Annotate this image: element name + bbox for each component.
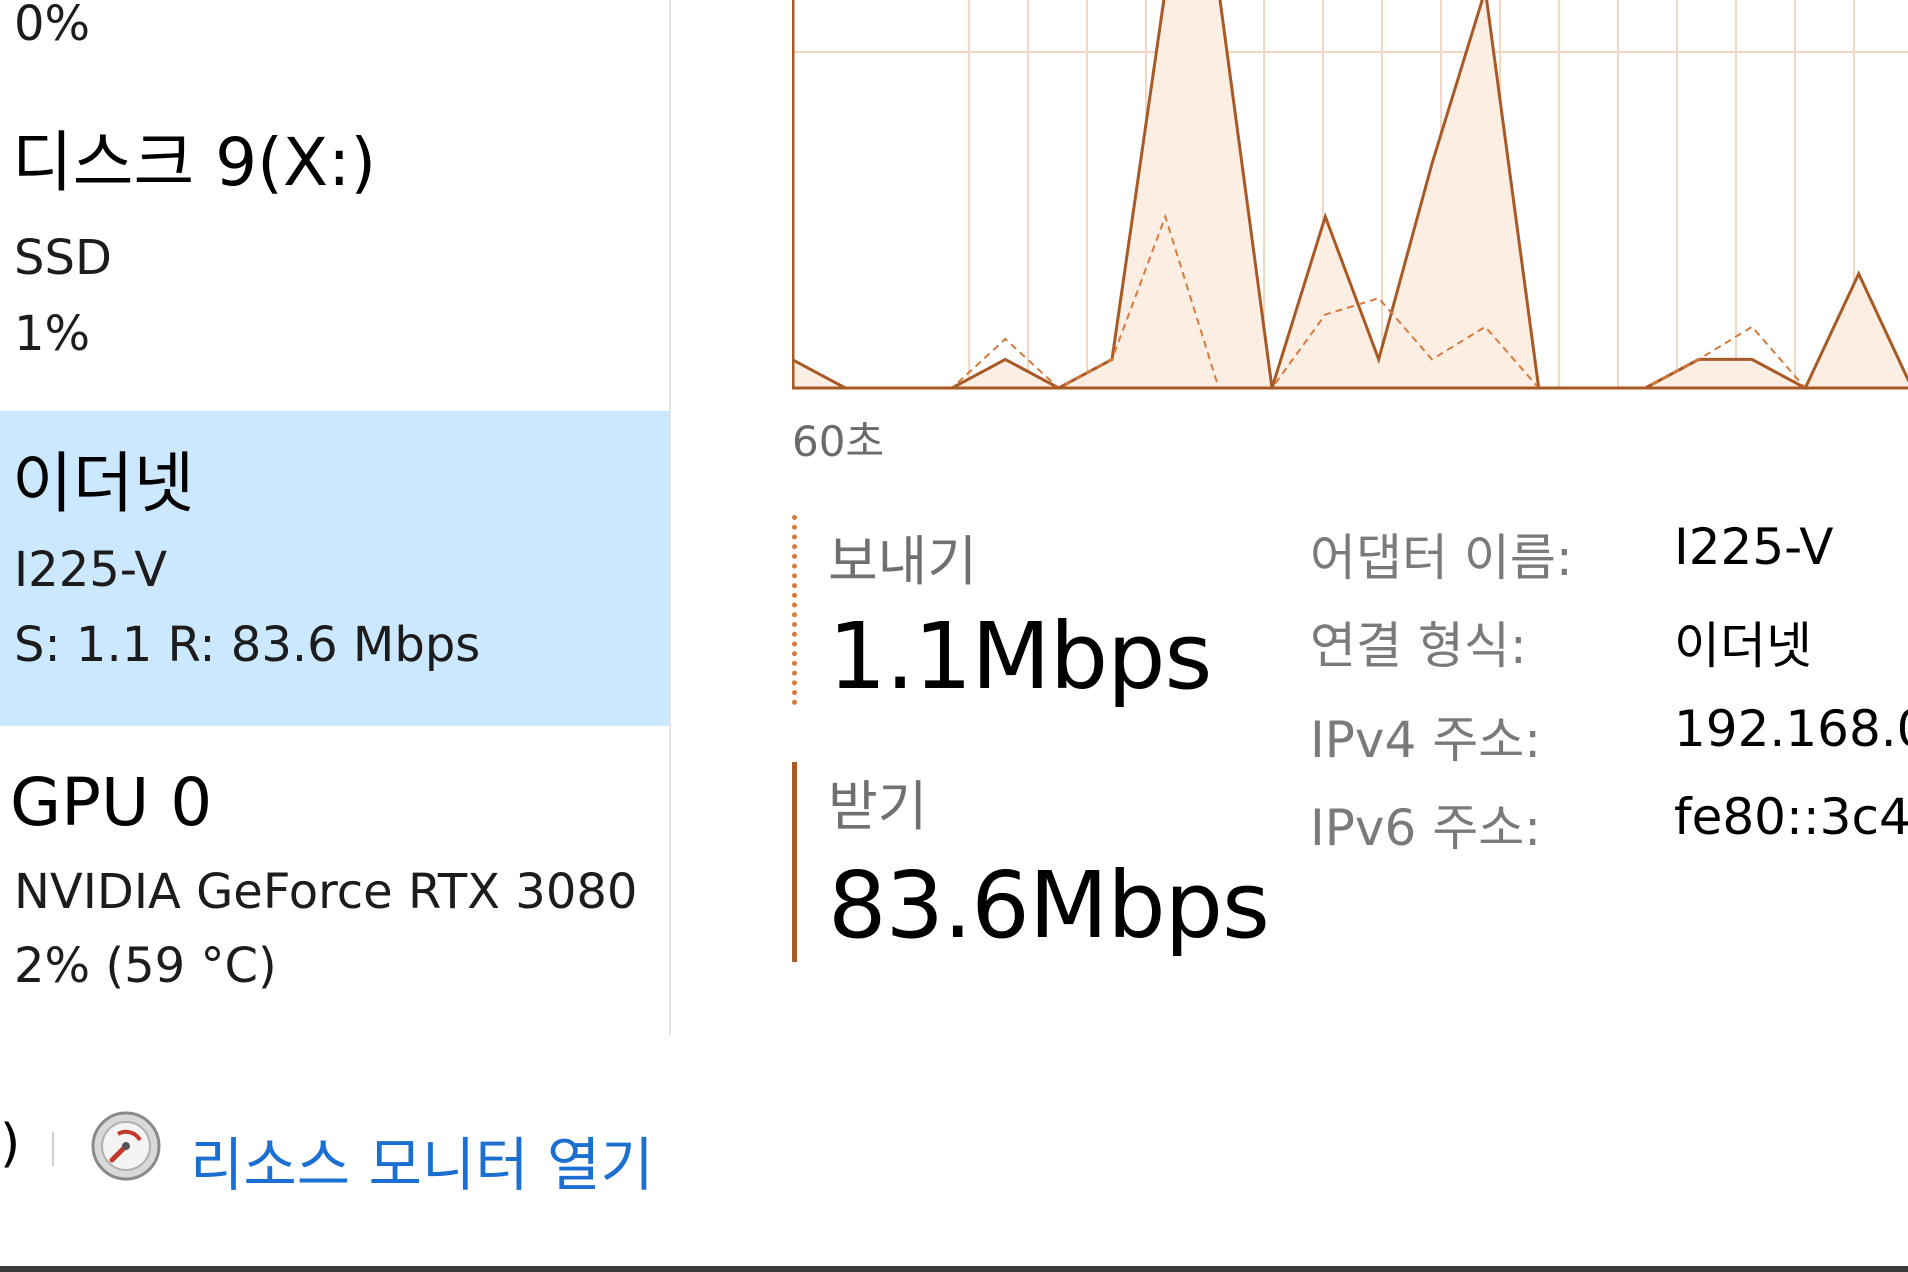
open-resource-monitor-link[interactable]: 리소스 모니터 열기 (190, 1118, 654, 1202)
sidebar-item-throughput: S: 1.1 R: 83.6 Mbps (14, 617, 481, 673)
sidebar-item-title: 이더넷 (12, 445, 195, 522)
info-connection-type: 연결 형식: 이더넷 (1310, 606, 1908, 676)
footer-separator (52, 1132, 54, 1166)
info-value: fe80::3c4c (1674, 788, 1908, 846)
sidebar-item-title: GPU 0 (10, 764, 213, 841)
receive-metric: 받기 83.6Mbps (792, 762, 1270, 962)
info-value: 이더넷 (1674, 617, 1812, 675)
info-value: I225-V (1674, 518, 1834, 576)
receive-series-area (792, 0, 1908, 388)
sidebar-divider[interactable] (669, 0, 671, 1035)
receive-legend-bar (792, 762, 797, 962)
footer-bar: ) 리소스 모니터 열기 (0, 1090, 1908, 1200)
receive-label: 받기 (828, 775, 928, 838)
resource-monitor-icon[interactable] (90, 1110, 162, 1182)
info-ipv6: IPv6 주소: fe80::3c4c (1310, 788, 1908, 858)
send-legend-bar (792, 515, 797, 705)
footer-previous-link-fragment[interactable]: ) (0, 1114, 20, 1174)
receive-value: 83.6Mbps (828, 852, 1270, 959)
send-metric: 보내기 1.1Mbps (792, 515, 1252, 710)
info-key: 어댑터 이름: (1310, 529, 1573, 587)
info-adapter-name: 어댑터 이름: I225-V (1310, 518, 1908, 588)
info-value: 192.168.0 (1674, 700, 1908, 758)
sidebar-item-usage: 2% (59 °C) (14, 938, 277, 994)
graph-time-label: 60초 (792, 417, 885, 466)
info-ipv4: IPv4 주소: 192.168.0 (1310, 700, 1908, 770)
throughput-graph (792, 0, 1908, 390)
sidebar-item-ethernet[interactable]: 이더넷 I225-V S: 1.1 R: 83.6 Mbps (0, 411, 670, 726)
sidebar-item-adapter: I225-V (14, 542, 168, 598)
send-label: 보내기 (828, 530, 978, 593)
sidebar-item-usage: 0% (14, 0, 91, 52)
info-key: IPv4 주소: (1310, 711, 1542, 769)
sidebar-item-previous[interactable]: 0% (0, 0, 670, 60)
info-key: 연결 형식: (1310, 617, 1527, 675)
performance-sidebar: 0% 디스크 9(X:) SSD 1% 이더넷 I225-V S: 1.1 R:… (0, 0, 670, 1035)
sidebar-item-disk-9[interactable]: 디스크 9(X:) SSD 1% (0, 112, 670, 372)
sidebar-item-usage: 1% (14, 306, 91, 362)
info-key: IPv6 주소: (1310, 799, 1542, 857)
sidebar-item-type: SSD (14, 230, 112, 286)
sidebar-item-gpu-0[interactable]: GPU 0 NVIDIA GeForce RTX 3080 2% (59 °C) (0, 740, 670, 1010)
send-value: 1.1Mbps (828, 603, 1212, 710)
sidebar-item-title: 디스크 9(X:) (12, 124, 377, 201)
window-bottom-border (0, 1266, 1908, 1272)
sidebar-item-gpu-model: NVIDIA GeForce RTX 3080 (14, 864, 638, 920)
